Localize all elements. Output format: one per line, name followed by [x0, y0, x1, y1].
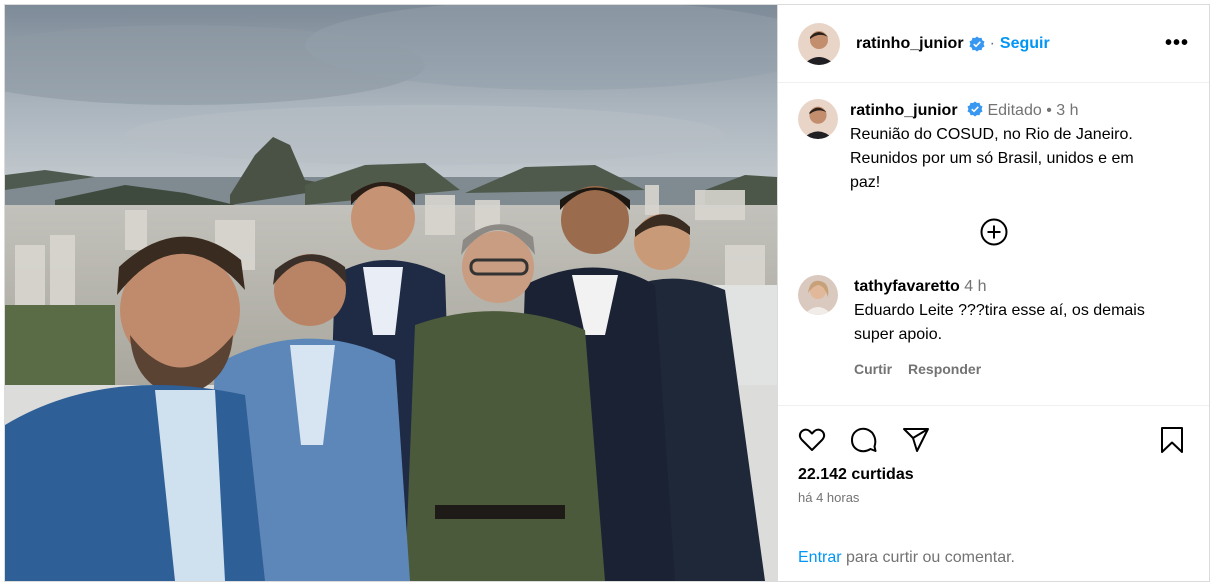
comment-like-button[interactable]: Curtir	[854, 361, 892, 377]
post-header: ratinho_junior · Seguir •••	[778, 5, 1209, 83]
comment-body: tathyfavaretto 4 h Eduardo Leite ???tira…	[854, 275, 1145, 381]
header-separator: ·	[989, 34, 995, 52]
bookmark-icon[interactable]	[1159, 425, 1189, 455]
post-dialog: ratinho_junior · Seguir ••• ratinho_juni…	[4, 4, 1210, 582]
verified-badge-icon	[969, 36, 985, 52]
commenter-avatar[interactable]	[798, 275, 838, 315]
post-photo[interactable]	[5, 5, 777, 581]
comment-text-line: super apoio.	[854, 326, 943, 343]
caption-avatar[interactable]	[798, 99, 838, 139]
group-selfie-image	[5, 5, 777, 581]
comment-reply-button[interactable]: Responder	[908, 361, 981, 377]
verified-badge-icon	[967, 101, 983, 117]
action-icons-row	[798, 422, 1189, 458]
more-options-icon[interactable]: •••	[1165, 32, 1189, 55]
post-time-ago[interactable]: há 4 horas	[798, 490, 1189, 505]
login-link[interactable]: Entrar	[798, 549, 842, 566]
author-username[interactable]: ratinho_junior	[856, 35, 964, 53]
post-side-panel: ratinho_junior · Seguir ••• ratinho_juni…	[777, 5, 1209, 581]
plus-circle-icon[interactable]	[979, 217, 1009, 247]
comment-bubble-icon[interactable]	[850, 425, 880, 455]
follow-button[interactable]: Seguir	[1000, 35, 1050, 53]
comment-timestamp[interactable]: 4 h	[964, 278, 986, 295]
caption-text-line: Reunião do COSUD, no Rio de Janeiro.	[850, 126, 1133, 143]
comment-actions: Curtir Responder	[854, 357, 1145, 381]
login-prompt: Entrar para curtir ou comentar.	[798, 549, 1015, 567]
caption-text-line: paz!	[850, 174, 881, 191]
likes-count[interactable]: 22.142 curtidas	[798, 466, 1189, 484]
author-avatar[interactable]	[798, 22, 840, 65]
load-more-comments	[798, 217, 1189, 247]
comment-item: tathyfavaretto 4 h Eduardo Leite ???tira…	[798, 275, 1189, 381]
caption-text-line: Reunidos por um só Brasil, unidos e em	[850, 150, 1134, 167]
caption-edited-label: Editado	[987, 102, 1042, 119]
paper-plane-icon[interactable]	[902, 425, 932, 455]
login-prompt-text: para curtir ou comentar.	[841, 549, 1015, 566]
comments-section: ratinho_junior Editado • 3 h Reunião do …	[778, 83, 1209, 405]
post-caption: ratinho_junior Editado • 3 h Reunião do …	[798, 99, 1189, 195]
comment-text-line: Eduardo Leite ???tira esse aí, os demais	[854, 302, 1145, 319]
caption-dot: •	[1046, 102, 1052, 119]
caption-timestamp[interactable]: 3 h	[1056, 102, 1078, 119]
commenter-username[interactable]: tathyfavaretto	[854, 278, 960, 295]
heart-icon[interactable]	[798, 425, 828, 455]
caption-body: ratinho_junior Editado • 3 h Reunião do …	[850, 99, 1134, 195]
caption-username[interactable]: ratinho_junior	[850, 102, 958, 119]
